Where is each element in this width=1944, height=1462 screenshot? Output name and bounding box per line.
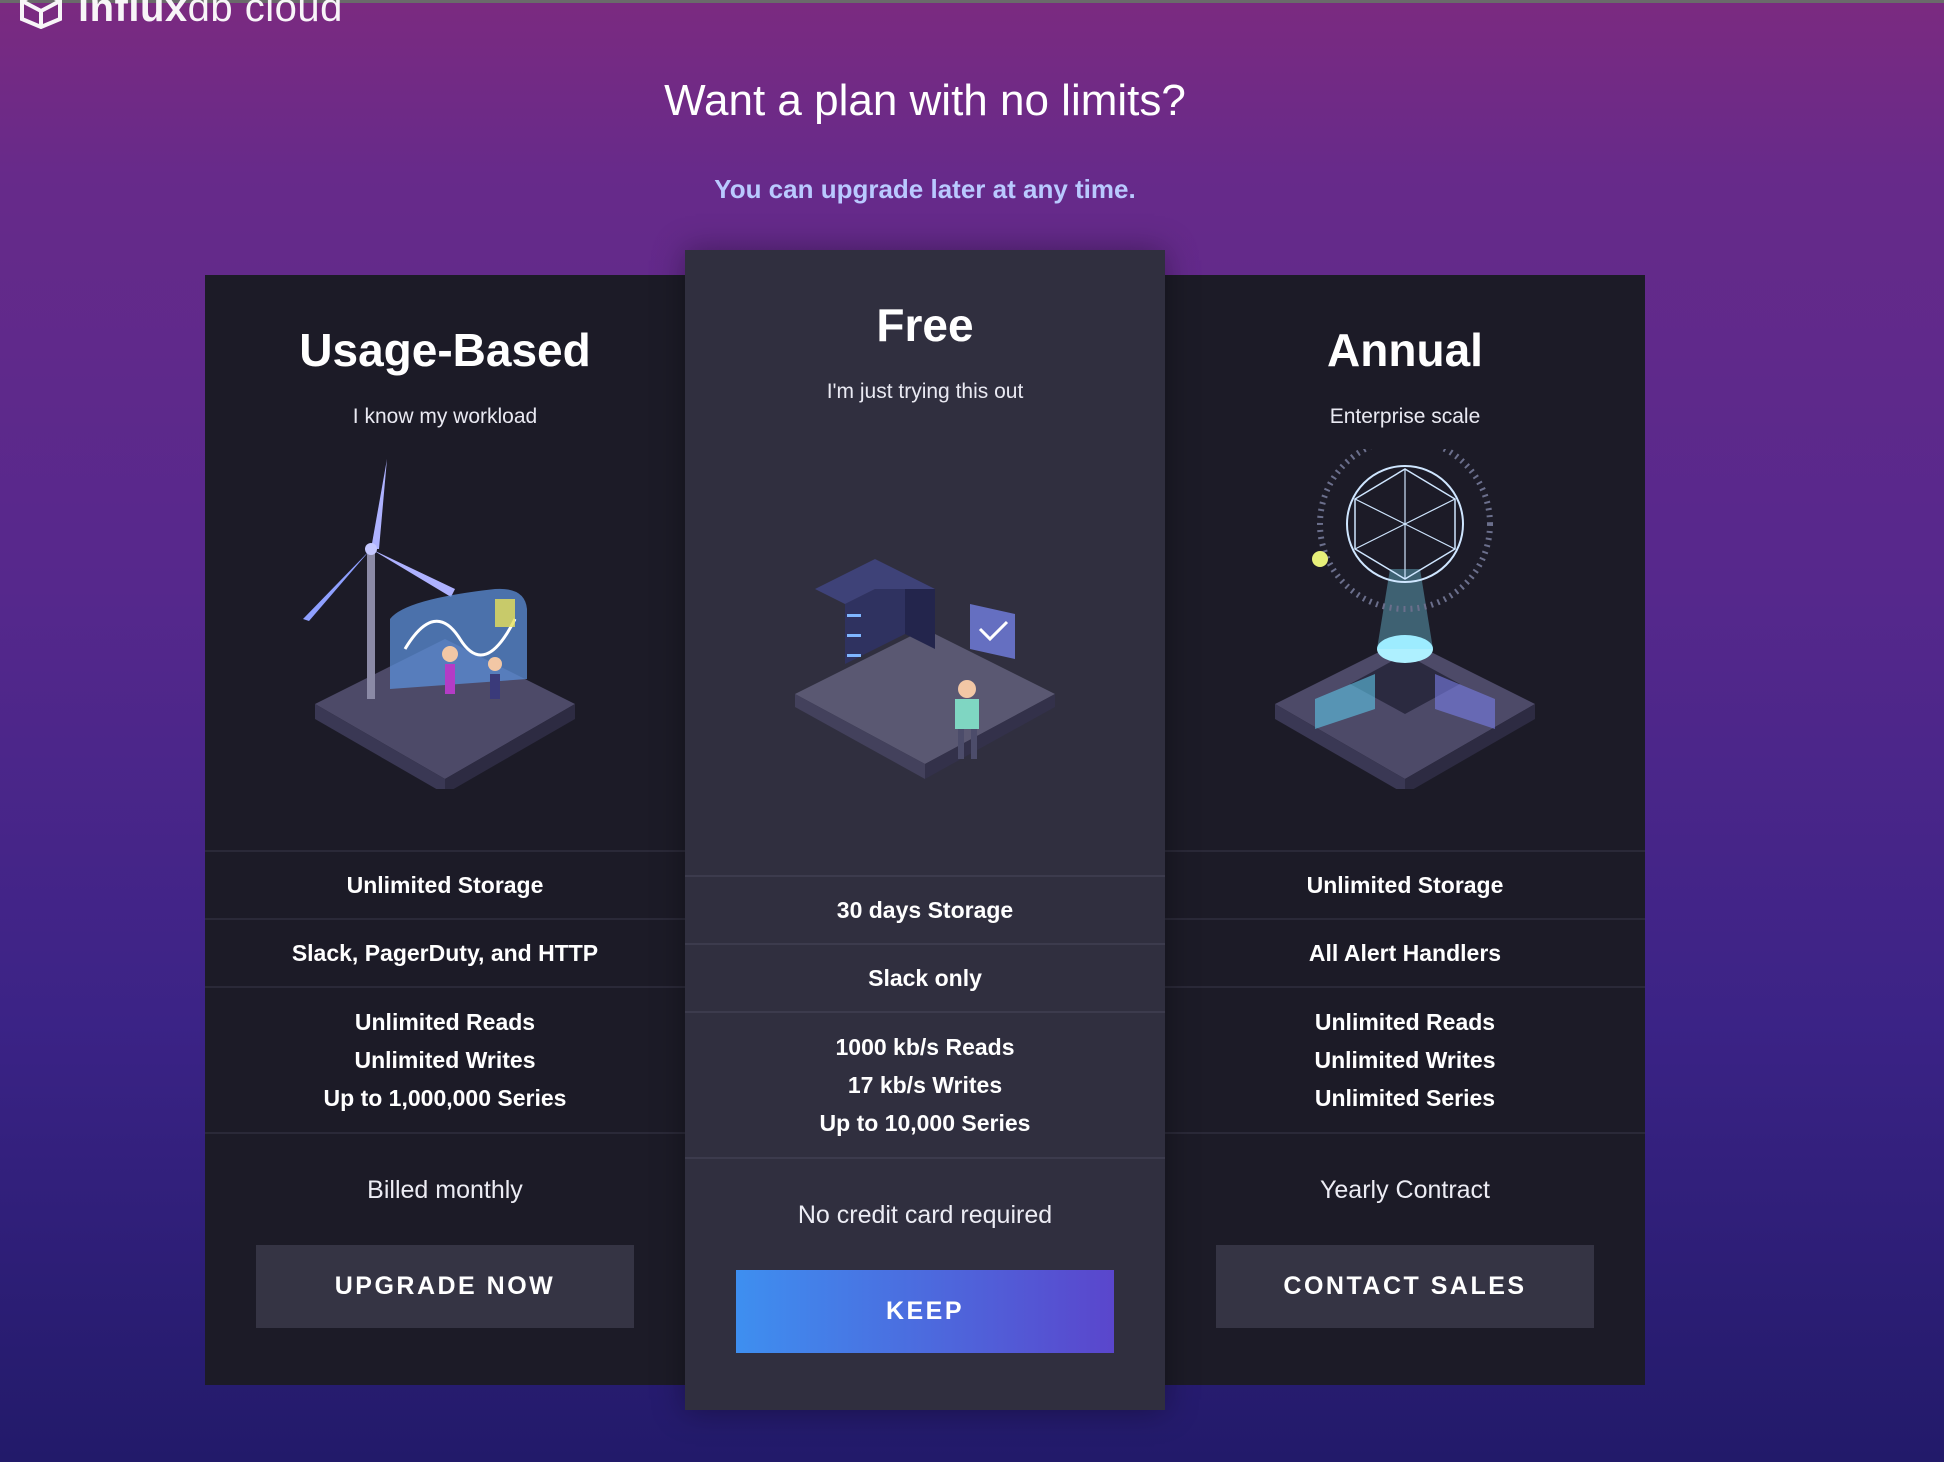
billing-note: Yearly Contract xyxy=(1320,1176,1490,1204)
wind-turbine-dashboard-illustration xyxy=(303,459,575,789)
feature-storage: 30 days Storage xyxy=(685,875,1165,943)
plan-tagline: I know my workload xyxy=(352,405,538,428)
feature-limits: Unlimited Reads Unlimited Writes Up to 1… xyxy=(205,986,685,1134)
feature-writes: Unlimited Writes xyxy=(354,1047,536,1073)
feature-storage: Unlimited Storage xyxy=(205,850,685,918)
cube-logo-icon xyxy=(20,0,62,29)
plan-tagline: Enterprise scale xyxy=(1329,405,1481,428)
server-laptop-illustration xyxy=(795,559,1055,779)
feature-alerts: All Alert Handlers xyxy=(1165,918,1645,986)
plan-features: Unlimited Storage Slack, PagerDuty, and … xyxy=(205,850,685,1328)
feature-writes: Unlimited Writes xyxy=(1314,1047,1496,1073)
plan-card-usage-based: Usage-Based I know my workload Unlimited… xyxy=(205,275,685,1385)
geodesic-globe-illustration xyxy=(1275,449,1535,789)
plan-tagline: I'm just trying this out xyxy=(826,380,1024,403)
plan-card-annual: Annual Enterprise scale Unlimited Storag… xyxy=(1165,275,1645,1385)
brand-name-bold: influx xyxy=(78,0,188,30)
feature-limits: 1000 kb/s Reads 17 kb/s Writes Up to 10,… xyxy=(685,1011,1165,1159)
plan-title: Free xyxy=(876,299,974,351)
billing-note: No credit card required xyxy=(797,1201,1053,1229)
feature-storage: Unlimited Storage xyxy=(1165,850,1645,918)
brand-logo[interactable]: influxdb cloud xyxy=(18,0,343,31)
feature-reads: 1000 kb/s Reads xyxy=(835,1034,1015,1060)
plan-card-free: Free I'm just trying this out 30 days St… xyxy=(685,250,1165,1410)
feature-reads: Unlimited Reads xyxy=(1314,1009,1496,1035)
feature-series: Up to 1,000,000 Series xyxy=(323,1085,567,1111)
feature-series: Unlimited Series xyxy=(1314,1085,1496,1111)
plan-features: 30 days Storage Slack only 1000 kb/s Rea… xyxy=(685,875,1165,1353)
feature-writes: 17 kb/s Writes xyxy=(847,1072,1003,1098)
plan-title: Usage-Based xyxy=(299,324,591,376)
page-title: Want a plan with no limits? xyxy=(664,76,1186,125)
page-subtitle: You can upgrade later at any time. xyxy=(714,174,1136,204)
upgrade-now-button[interactable]: UPGRADE NOW xyxy=(256,1245,634,1328)
contact-sales-button[interactable]: CONTACT SALES xyxy=(1216,1245,1594,1328)
feature-limits: Unlimited Reads Unlimited Writes Unlimit… xyxy=(1165,986,1645,1134)
feature-alerts: Slack, PagerDuty, and HTTP xyxy=(205,918,685,986)
brand-name-light: db cloud xyxy=(187,0,343,30)
feature-alerts: Slack only xyxy=(685,943,1165,1011)
plan-title: Annual xyxy=(1327,324,1483,376)
brand-name: influxdb cloud xyxy=(78,0,343,31)
keep-button[interactable]: KEEP xyxy=(736,1270,1114,1353)
plan-features: Unlimited Storage All Alert Handlers Unl… xyxy=(1165,850,1645,1328)
billing-note: Billed monthly xyxy=(367,1176,523,1204)
feature-series: Up to 10,000 Series xyxy=(819,1110,1031,1136)
feature-reads: Unlimited Reads xyxy=(354,1009,536,1035)
